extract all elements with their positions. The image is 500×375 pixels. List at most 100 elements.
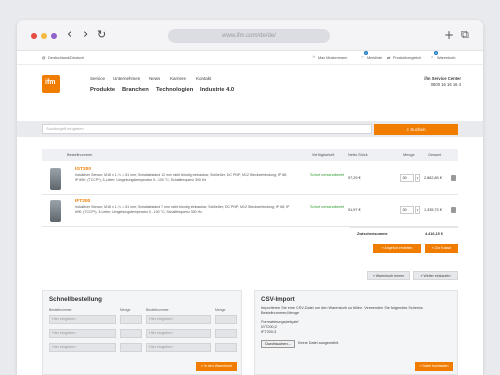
quantity-input[interactable]: 30 [400,174,414,182]
cart-header: Bestellnummer Verfügbarkeit Netto Stück … [42,149,458,161]
quick-order-qty-input[interactable] [215,329,237,338]
unit-price: 97,29 € [348,176,361,180]
back-icon[interactable]: ‹ [67,28,72,42]
create-offer-label: Angebot erstellen [384,246,413,250]
mainnav-branchen[interactable]: Branchen [122,87,149,93]
product-id-link[interactable]: IFT200 [75,199,90,204]
mainnav-produkte[interactable]: Produkte [90,87,115,93]
close-dot[interactable] [31,33,37,39]
quick-order-title: Schnellbestellung [49,296,102,303]
create-offer-button[interactable]: » Angebot erstellen [373,244,421,253]
service-center: ifm Service Center 0800 16 16 16 4 [417,76,461,87]
site-header: ifm Service Unternehmen News Karriere Ko… [17,65,483,121]
url-bar[interactable]: www.ifm.com/de/de/ [168,29,330,43]
warenkorb-badge: 2 [434,51,438,55]
upload-file-button[interactable]: » Datei hochladen [415,362,453,371]
add-to-cart-icon: » [200,364,203,368]
trash-icon[interactable] [451,207,456,213]
product-image[interactable] [50,168,61,190]
continue-shopping-button[interactable]: » Weiter einkaufen [413,271,458,280]
new-tab-icon[interactable]: + [444,28,454,42]
clear-cart-icon: » [372,274,375,278]
quick-order-item-input[interactable]: Hier eingeben [146,343,211,352]
quick-order-qty-input[interactable] [120,315,142,324]
header-unit-price: Netto Stück [348,153,368,157]
search-button[interactable]: ⌕ Suchen [374,123,458,135]
quick-order-qty-input[interactable] [215,315,237,324]
service-phone[interactable]: 0800 16 16 16 4 [417,82,461,88]
quick-order-item-input[interactable]: Hier eingeben [49,315,116,324]
produktvergleich-link[interactable]: Produktvergleich [393,56,421,60]
upload-icon: » [419,364,422,368]
quantity-input[interactable]: 30 [400,206,414,214]
mainnav-industrie[interactable]: Industrie 4.0 [200,87,234,93]
utility-bar: ◍ Deutschland/Deutsch ☺ Max Mustermann ♡… [17,51,483,65]
clear-cart-label: Warenkorb leeren [375,274,405,278]
merkliste-link[interactable]: Merkliste [367,56,382,60]
csv-import-intro: Importieren Sie eine CSV-Datei um den Wa… [261,306,424,315]
quick-order-qty-input[interactable] [120,343,142,352]
add-to-cart-button[interactable]: » In den Warenkorb [196,362,237,371]
product-id-link[interactable]: IGT200 [75,167,91,172]
quick-order-panel: Schnellbestellung Bestellnummer Menge Be… [42,290,242,375]
csv-import-panel: CSV-Import Importieren Sie eine CSV-Date… [254,290,458,375]
subnav-kontakt[interactable]: Kontakt [196,76,211,81]
quick-order-qty-input[interactable] [215,343,237,352]
ifm-logo[interactable]: ifm [42,75,60,93]
logo-text: ifm [45,79,56,86]
row-total: 2.862,80 € [424,176,442,180]
search-input[interactable]: Suchbegriff eingeben [42,124,372,134]
continue-icon: » [420,274,423,278]
minimize-dot[interactable] [41,33,47,39]
quick-order-qty-input[interactable] [120,329,142,338]
cart-icon: ⌂ [431,55,434,59]
maximize-dot[interactable] [51,33,57,39]
checkout-icon: » [431,246,434,250]
browser-window: ‹ › ↻ www.ifm.com/de/de/ + ⧉ ◍ Deutschla… [17,20,483,375]
subnav-unternehmen[interactable]: Unternehmen [113,76,140,81]
product-image[interactable] [50,200,61,222]
compare-icon: ⇄ [387,56,391,60]
tabs-icon[interactable]: ⧉ [461,28,469,42]
locale-selector[interactable]: Deutschland/Deutsch [48,56,84,60]
checkout-button[interactable]: » Zur Kasse [425,244,458,253]
add-to-cart-label: In den Warenkorb [203,364,233,368]
quick-order-item-input[interactable]: Hier eingeben [49,343,116,352]
quick-order-item-input[interactable]: Hier eingeben [146,315,211,324]
page-content: ◍ Deutschland/Deutsch ☺ Max Mustermann ♡… [17,51,483,375]
subnav-news[interactable]: News [149,76,160,81]
warenkorb-link[interactable]: Warenkorb [437,56,455,60]
row-total: 1.335,70 € [424,208,442,212]
subnav-karriere[interactable]: Karriere [170,76,186,81]
continue-label: Weiter einkaufen [423,274,451,278]
trash-icon[interactable] [451,175,456,181]
quick-order-item-input[interactable]: Hier eingeben [146,329,211,338]
quick-order-col-qty: Menge [215,308,226,312]
file-status: Keine Datei ausgewählt. [298,341,339,345]
user-account-link[interactable]: Max Mustermann [318,56,347,60]
quick-order-col-item: Bestellnummer [146,308,169,312]
quantity-stepper-icon[interactable]: ▾ [415,206,420,214]
header-availability: Verfügbarkeit [312,153,335,157]
quick-order-col-qty: Menge [120,308,131,312]
heart-icon: ♡ [361,56,365,60]
quantity-stepper-icon[interactable]: ▾ [415,174,420,182]
cart-row: IGT200 Induktiver Sensor; M18 x 1 / L = … [42,163,458,195]
service-title: ifm Service Center [424,76,461,81]
merkliste-badge: 1 [364,51,368,55]
reload-icon[interactable]: ↻ [97,28,106,42]
browse-file-button[interactable]: Durchsuchen... [261,340,295,348]
subtotal-value: 4.416,15 € [425,232,443,236]
upload-label: Datei hochladen [422,364,449,368]
user-icon: ☺ [312,55,316,59]
quick-order-col-item: Bestellnummer [49,308,72,312]
mainnav-technologien[interactable]: Technologien [156,87,193,93]
quick-order-item-input[interactable]: Hier eingeben [49,329,116,338]
subnav-service[interactable]: Service [90,76,105,81]
header-total: Gesamt [428,153,442,157]
forward-icon[interactable]: › [83,28,88,42]
clear-cart-button[interactable]: » Warenkorb leeren [367,271,410,280]
unit-price: 91,97 € [348,208,361,212]
globe-icon[interactable]: ◍ [42,55,45,60]
search-icon: ⌕ [406,126,409,132]
